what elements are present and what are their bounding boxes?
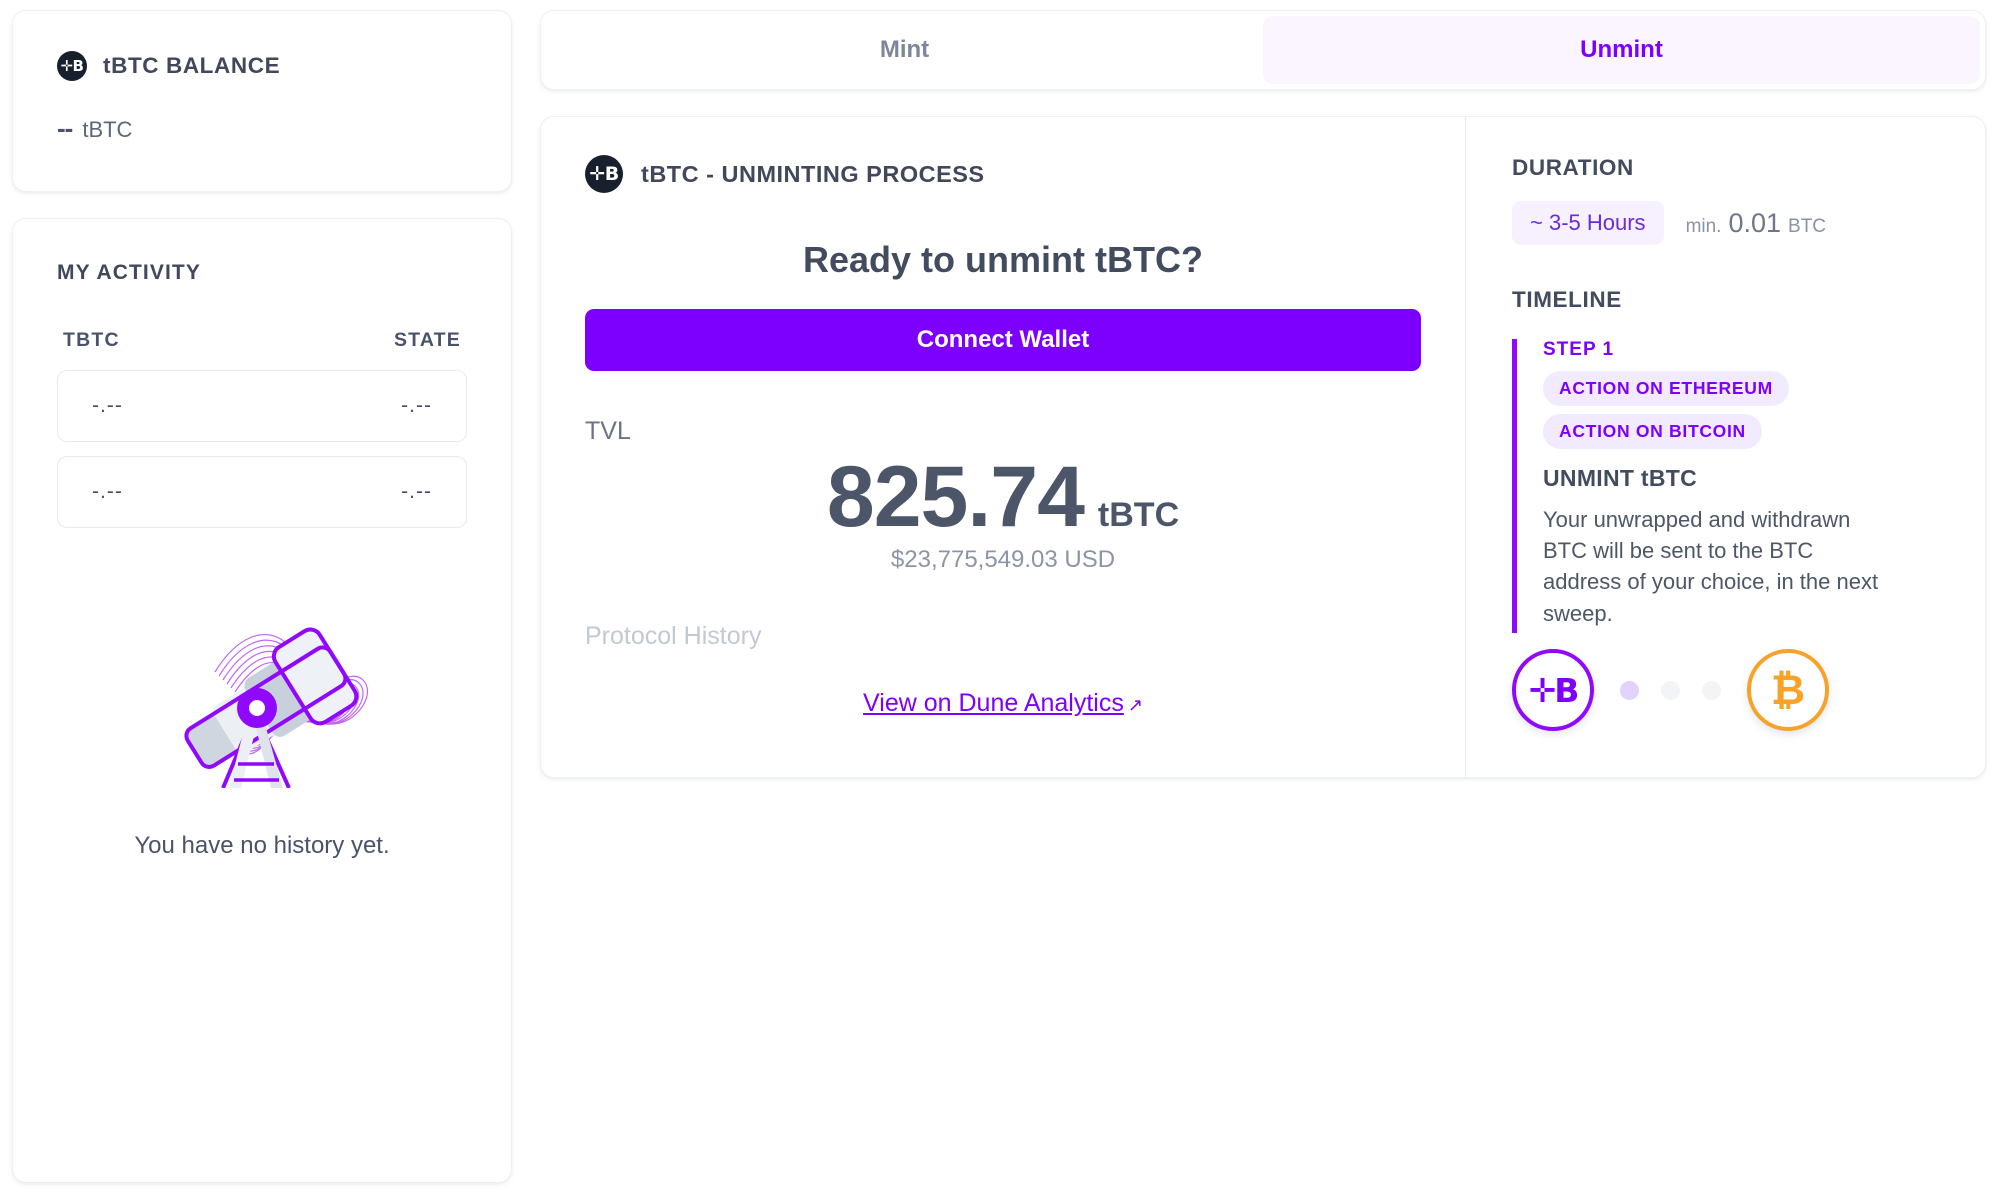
empty-state: You have no history yet. <box>57 598 467 860</box>
mint-unmint-tabs: Mint Unmint <box>540 10 1986 90</box>
activity-col-state: STATE <box>393 329 461 351</box>
progress-dots <box>1620 680 1721 700</box>
progress-dot <box>1702 680 1721 700</box>
tbtc-symbol: ✛B <box>1528 670 1580 710</box>
my-activity-card: MY ACTIVITY TBTC STATE -.-- -.-- -.-- -.… <box>12 218 512 1183</box>
balance-header: ✛B tBTC BALANCE <box>57 51 467 81</box>
duration-label: DURATION <box>1512 155 1634 180</box>
activity-title: MY ACTIVITY <box>57 261 201 284</box>
min-prefix: min. <box>1685 215 1722 237</box>
telescope-illustration <box>184 627 369 788</box>
step-chips: ACTION ON ETHEREUM ACTION ON BITCOIN <box>1543 371 1945 449</box>
chain-flow-indicator: ✛B ₿ <box>1512 649 1945 749</box>
activity-column-headers: TBTC STATE <box>57 329 467 352</box>
external-link-arrow-icon: ↗ <box>1127 695 1143 716</box>
balance-title: tBTC BALANCE <box>103 53 281 78</box>
balance-unit: tBTC <box>82 117 133 142</box>
process-main-panel: ✛B tBTC - UNMINTING PROCESS Ready to unm… <box>541 117 1465 777</box>
tvl-usd-value: $23,775,549.03 USD <box>890 546 1116 574</box>
duration-row: ~ 3-5 Hours min. 0.01 BTC <box>1512 201 1945 245</box>
tvl-amount: 825.74 <box>826 449 1085 545</box>
progress-dot <box>1661 680 1680 700</box>
tab-unmint[interactable]: Unmint <box>1263 16 1980 84</box>
tbtc-coin-icon: ✛B <box>585 155 623 193</box>
row-tbtc-value: -.-- <box>92 480 123 503</box>
app-root: ✛B tBTC BALANCE -- tBTC MY ACTIVITY TBTC… <box>0 0 2000 1193</box>
balance-amount: -- <box>57 113 73 143</box>
unminting-process-card: ✛B tBTC - UNMINTING PROCESS Ready to unm… <box>540 116 1986 778</box>
progress-dot <box>1620 680 1639 700</box>
main-content: Mint Unmint ✛B tBTC - UNMINTING PROCESS … <box>540 10 1986 1183</box>
table-row[interactable]: -.-- -.-- <box>57 456 467 528</box>
tvl-label: TVL <box>585 417 631 445</box>
step-number: STEP 1 <box>1543 339 1615 360</box>
timeline-label: TIMELINE <box>1512 287 1622 312</box>
dune-link-wrap: View on Dune Analytics ↗ <box>585 689 1421 718</box>
step-description: Your unwrapped and withdrawn BTC will be… <box>1543 507 1879 626</box>
timeline-step-1: STEP 1 ACTION ON ETHEREUM ACTION ON BITC… <box>1512 339 1945 633</box>
view-on-dune-link[interactable]: View on Dune Analytics <box>863 689 1124 717</box>
process-header: ✛B tBTC - UNMINTING PROCESS <box>585 155 1421 193</box>
duration-badge: ~ 3-5 Hours <box>1512 201 1664 245</box>
chip-action-on-bitcoin: ACTION ON BITCOIN <box>1543 414 1762 449</box>
min-unit: BTC <box>1788 215 1827 237</box>
tbtc-coin-icon: ✛B <box>1512 649 1594 731</box>
tab-mint[interactable]: Mint <box>546 16 1263 84</box>
tbtc-glyph: ✛B <box>60 56 84 75</box>
sidebar: ✛B tBTC BALANCE -- tBTC MY ACTIVITY TBTC… <box>12 10 512 1183</box>
minimum-amount: min. 0.01 BTC <box>1686 208 1826 239</box>
connect-wallet-button[interactable]: Connect Wallet <box>585 309 1421 371</box>
bitcoin-symbol: ₿ <box>1770 665 1806 714</box>
bitcoin-coin-icon: ₿ <box>1747 649 1829 731</box>
row-state-value: -.-- <box>401 480 432 503</box>
row-tbtc-value: -.-- <box>92 394 123 417</box>
process-info-panel: DURATION ~ 3-5 Hours min. 0.01 BTC TIMEL… <box>1465 117 1985 777</box>
empty-state-text: You have no history yet. <box>134 832 390 859</box>
min-value: 0.01 <box>1728 207 1782 238</box>
protocol-history-label: Protocol History <box>585 622 762 651</box>
table-row[interactable]: -.-- -.-- <box>57 370 467 442</box>
balance-value-row: -- tBTC <box>57 113 467 144</box>
process-title: tBTC - UNMINTING PROCESS <box>641 160 985 187</box>
tbtc-balance-card: ✛B tBTC BALANCE -- tBTC <box>12 10 512 192</box>
ready-headline: Ready to unmint tBTC? <box>803 239 1203 280</box>
chip-action-on-ethereum: ACTION ON ETHEREUM <box>1543 371 1789 406</box>
activity-rows: -.-- -.-- -.-- -.-- <box>57 370 467 528</box>
tbtc-coin-icon: ✛B <box>57 51 87 81</box>
tvl-unit: tBTC <box>1097 496 1180 534</box>
tvl-value-row: 825.74 tBTC <box>585 449 1421 545</box>
row-state-value: -.-- <box>401 394 432 417</box>
activity-col-tbtc: TBTC <box>63 329 120 351</box>
tbtc-glyph: ✛B <box>589 162 619 185</box>
step-heading: UNMINT tBTC <box>1543 465 1698 491</box>
